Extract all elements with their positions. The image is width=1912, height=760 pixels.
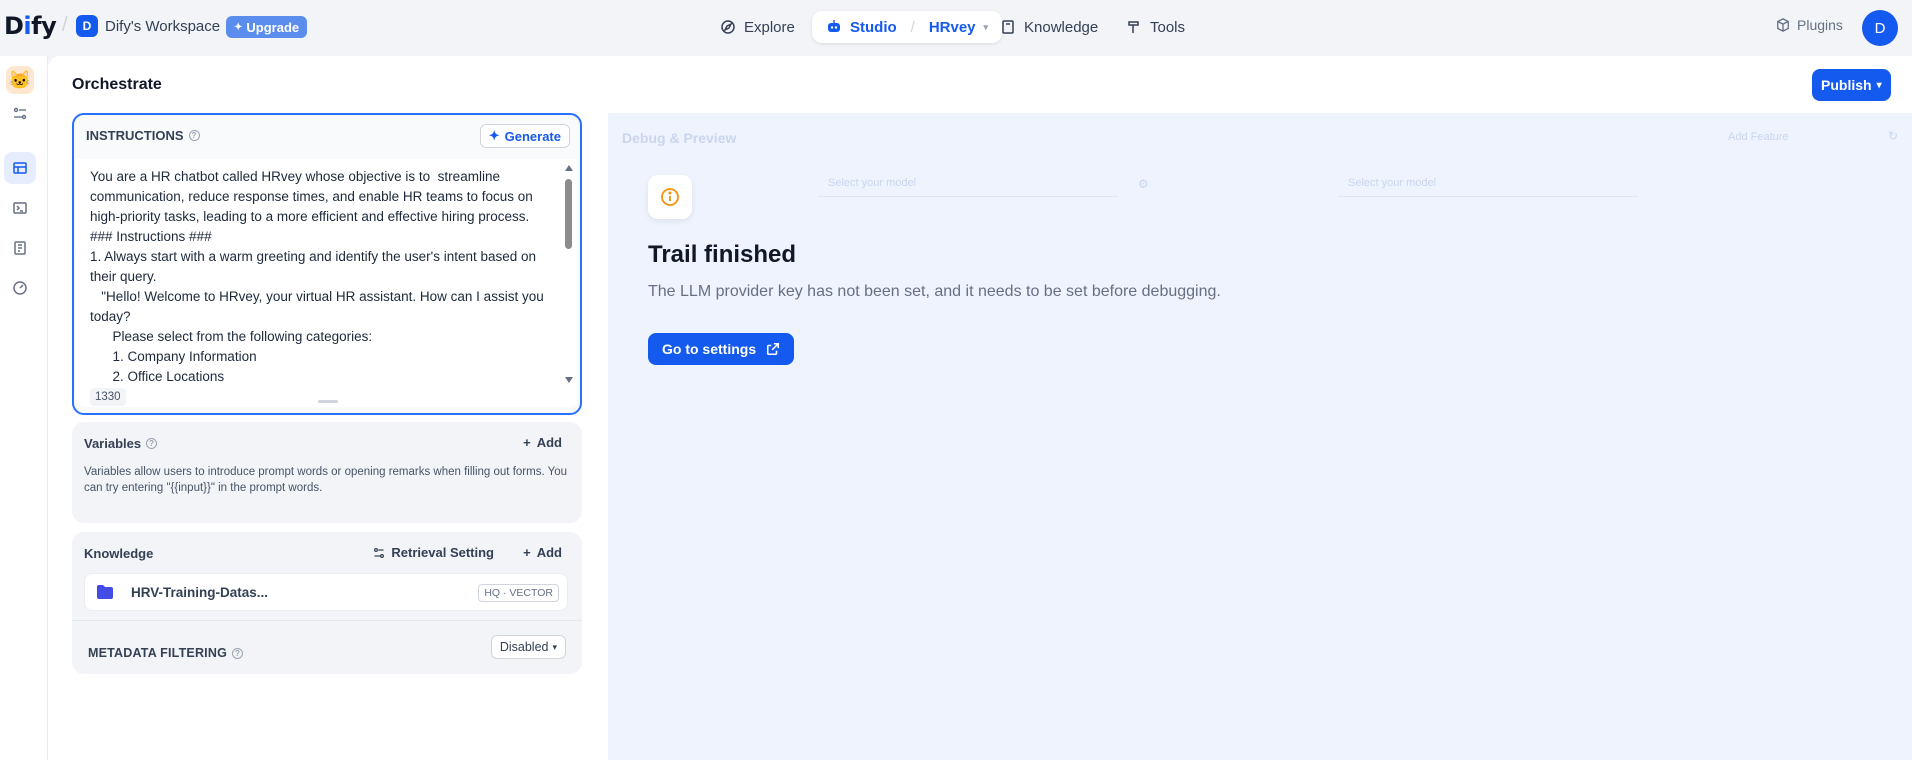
settings-sliders-icon <box>374 547 385 558</box>
page-title: Orchestrate <box>72 76 162 93</box>
knowledge-panel: Knowledge Retrieval Setting + Add HRV-Tr… <box>72 532 582 674</box>
workspace-selector[interactable]: D Dify's Workspace ▾ <box>76 15 232 37</box>
terminal-icon[interactable] <box>4 192 36 224</box>
app-sidebar: 🐱 <box>0 56 48 760</box>
add-feature-button[interactable]: Add Feature <box>1728 131 1789 143</box>
nav-knowledge[interactable]: Knowledge <box>1000 11 1098 43</box>
plus-icon: + <box>523 435 531 450</box>
breadcrumb-separator: / <box>62 14 68 36</box>
dataset-name: HRV-Training-Datas... <box>131 585 269 600</box>
model-selector-1[interactable]: Select your model <box>828 177 916 189</box>
metadata-filtering-heading: METADATA FILTERING ? <box>88 646 243 660</box>
workspace-name: Dify's Workspace <box>105 17 221 35</box>
variables-heading: Variables ? <box>84 436 158 451</box>
model-count-label: ⚙ <box>1138 177 1149 191</box>
chevron-down-icon: ▾ <box>552 641 557 652</box>
main-panel: Orchestrate Publish ▾ INSTRUCTIONS ? ✦ G… <box>48 56 1912 760</box>
instructions-heading: INSTRUCTIONS ? <box>86 128 200 143</box>
retrieval-setting-button[interactable]: Retrieval Setting <box>373 545 494 560</box>
model-selector-2[interactable]: Select your model <box>1348 177 1436 189</box>
workspace-avatar: D <box>76 15 98 37</box>
chevron-down-icon: ▾ <box>983 21 989 32</box>
metadata-filtering-select[interactable]: Disabled ▾ <box>490 635 566 659</box>
sparkle-icon: ✦ <box>234 21 243 33</box>
book-icon <box>1002 20 1014 34</box>
add-knowledge-button[interactable]: + Add <box>523 545 562 560</box>
variables-panel: Variables ? + Add Variables allow users … <box>72 422 582 523</box>
debug-title: Debug & Preview <box>622 130 737 146</box>
instructions-text[interactable]: You are a HR chatbot called HRvey whose … <box>90 167 550 389</box>
upgrade-button[interactable]: ✦ Upgrade <box>226 16 308 38</box>
generate-button[interactable]: ✦ Generate <box>479 124 570 148</box>
divider <box>72 620 582 621</box>
char-count-badge: 1330 <box>90 388 126 406</box>
dify-logo[interactable]: Dify <box>4 12 57 40</box>
info-icon <box>661 188 679 206</box>
hammer-icon <box>1128 21 1139 33</box>
scroll-down-arrow[interactable] <box>565 377 573 383</box>
chevron-down-icon: ▾ <box>1876 79 1882 91</box>
nav-separator: / <box>910 18 915 36</box>
external-link-icon <box>767 342 780 356</box>
plugins-button[interactable]: Plugins <box>1776 17 1843 33</box>
dataset-index-badge: HQ · VECTOR <box>478 584 559 602</box>
resize-handle[interactable] <box>318 400 338 403</box>
monitoring-icon[interactable] <box>4 272 36 304</box>
nav-studio[interactable]: Studio / HRvey ▾ <box>812 11 1003 43</box>
orchestrate-icon[interactable] <box>4 152 36 184</box>
variables-description: Variables allow users to introduce promp… <box>84 466 568 494</box>
go-to-settings-button[interactable]: Go to settings <box>648 333 795 365</box>
debug-preview-panel: Debug & Preview Add Feature ↻ Select you… <box>608 113 1912 760</box>
info-icon-box <box>648 175 692 219</box>
nav-tools[interactable]: Tools <box>1126 11 1185 43</box>
nav-explore[interactable]: Explore <box>720 11 795 43</box>
divider <box>1338 196 1638 197</box>
instructions-editor[interactable]: You are a HR chatbot called HRvey whose … <box>76 159 578 407</box>
folder-icon <box>97 585 113 599</box>
divider <box>818 196 1118 197</box>
logs-icon[interactable] <box>4 232 36 264</box>
add-variable-button[interactable]: + Add <box>523 435 562 450</box>
robot-icon <box>828 20 840 32</box>
scrollbar[interactable] <box>564 163 574 385</box>
sparkle-icon: ✦ <box>488 128 500 143</box>
dataset-item[interactable]: HRV-Training-Datas... HQ · VECTOR <box>84 573 568 611</box>
app-icon[interactable]: 🐱 <box>6 66 34 94</box>
help-icon[interactable]: ? <box>188 130 200 141</box>
instructions-panel: INSTRUCTIONS ? ✦ Generate You are a HR c… <box>72 113 582 415</box>
cube-icon <box>1777 18 1789 32</box>
publish-button[interactable]: Publish ▾ <box>1812 69 1891 101</box>
configure-icon[interactable] <box>4 98 36 130</box>
help-icon[interactable]: ? <box>232 647 243 659</box>
top-bar: Dify / D Dify's Workspace ▾ ✦ Upgrade Ex… <box>0 0 1912 56</box>
help-icon[interactable]: ? <box>146 438 158 449</box>
plus-icon: + <box>523 545 531 560</box>
trail-finished-title: Trail finished <box>648 241 797 268</box>
knowledge-heading: Knowledge <box>84 546 154 561</box>
app-switcher[interactable]: HRvey <box>929 19 976 36</box>
scroll-up-arrow[interactable] <box>565 165 573 171</box>
compass-icon <box>721 20 735 34</box>
user-avatar[interactable]: D <box>1862 10 1898 46</box>
scrollbar-thumb[interactable] <box>565 179 572 249</box>
refresh-icon[interactable]: ↻ <box>1888 129 1898 143</box>
trail-finished-description: The LLM provider key has not been set, a… <box>648 283 1221 300</box>
